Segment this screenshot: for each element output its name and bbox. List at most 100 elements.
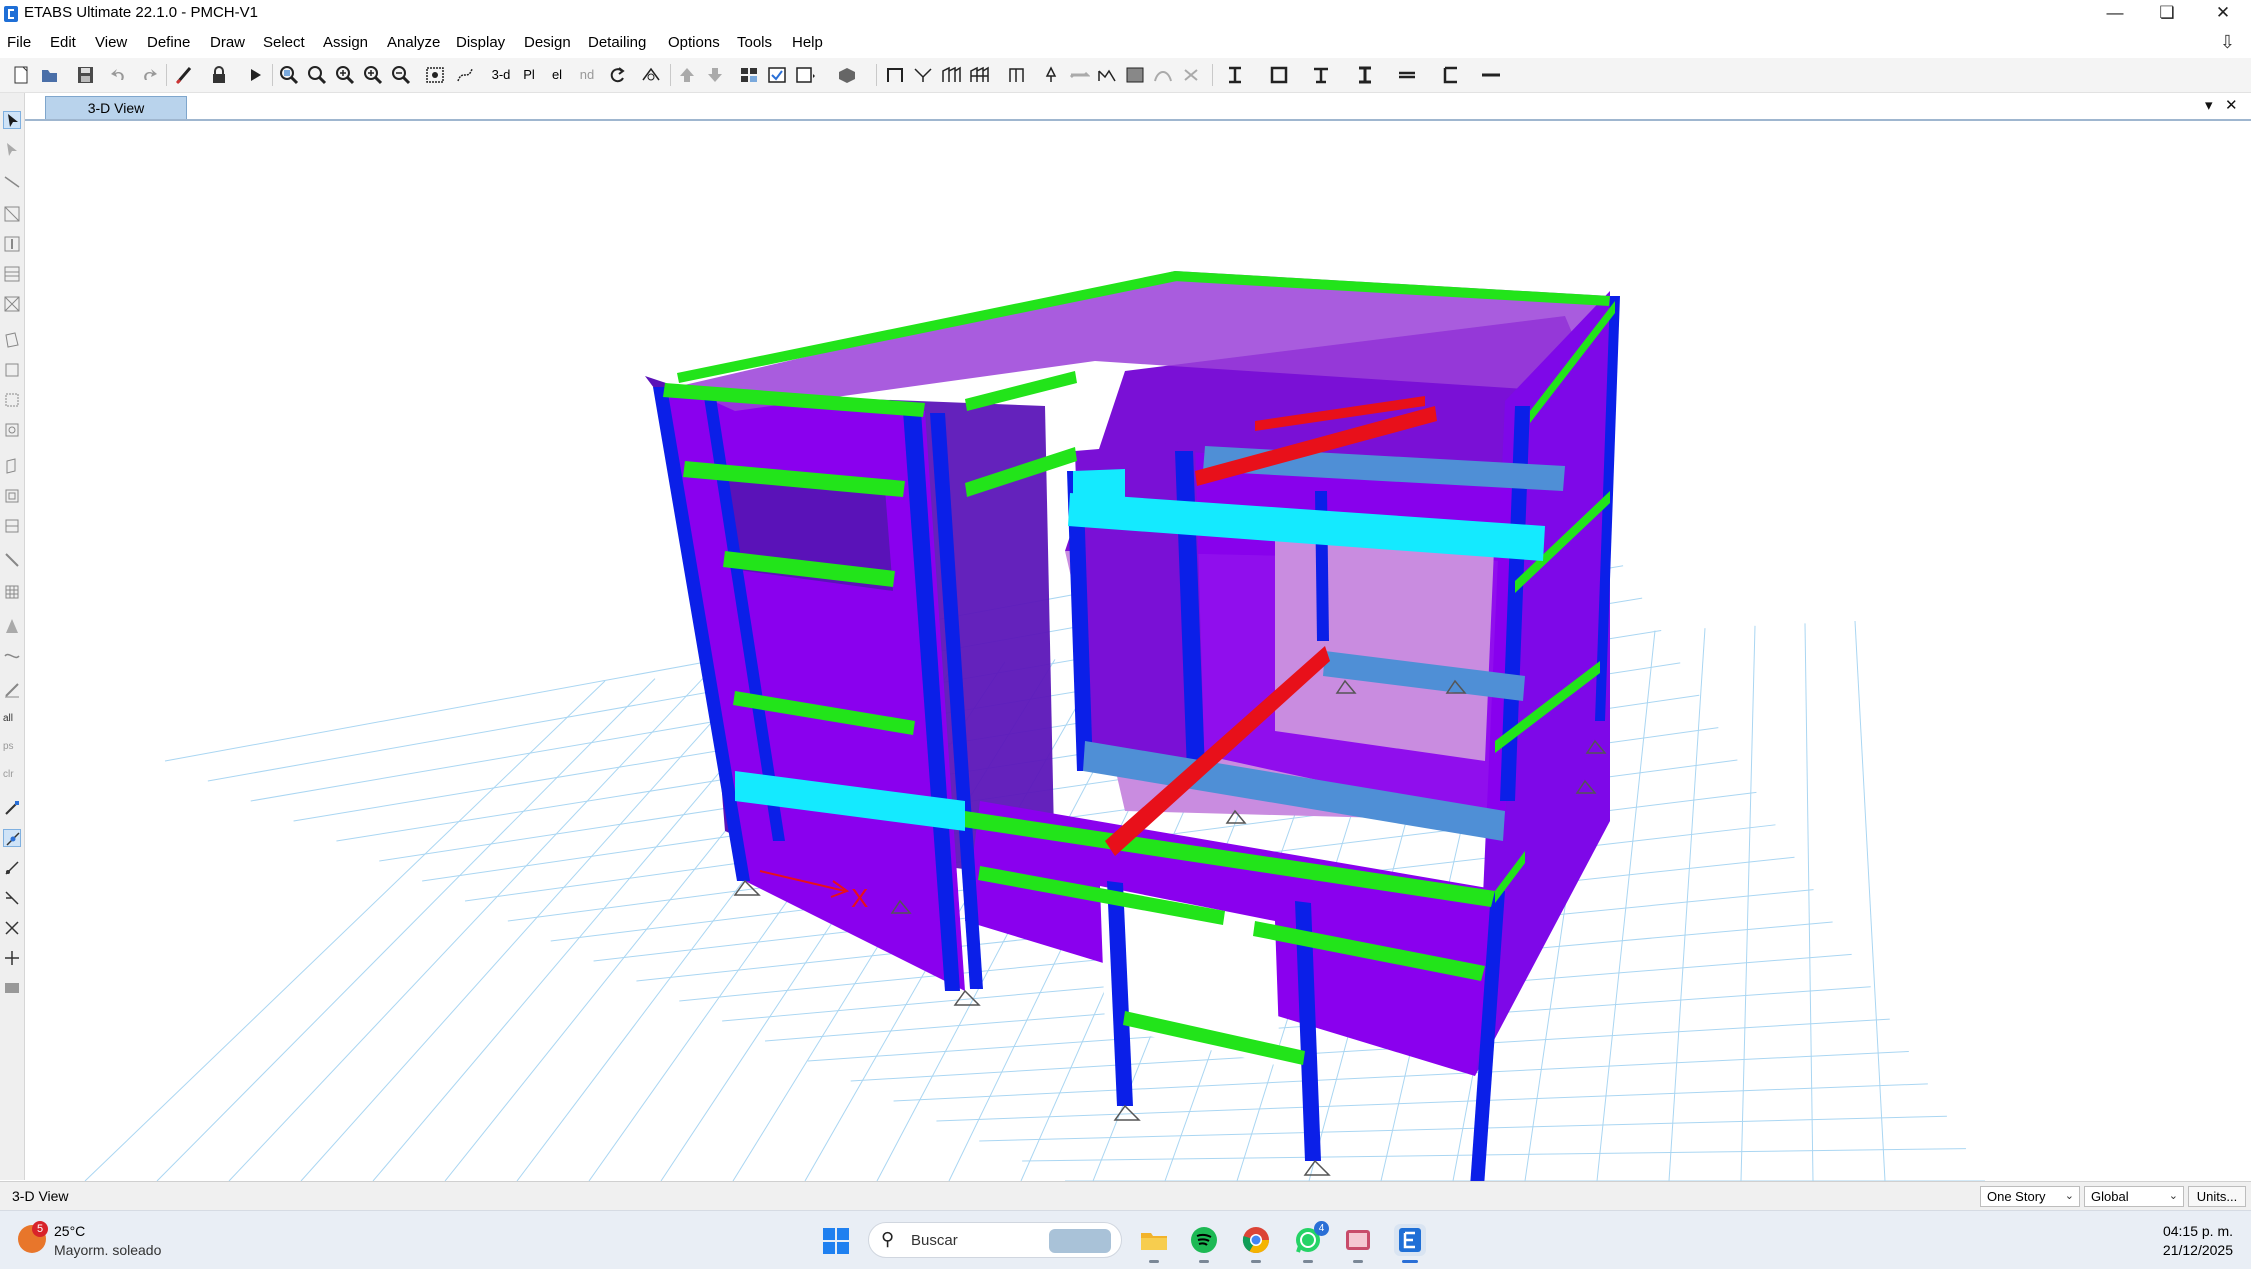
file-explorer-icon[interactable]	[1138, 1224, 1170, 1263]
rubber-band-icon[interactable]	[454, 65, 476, 85]
minimize-button[interactable]: —	[2089, 0, 2141, 28]
zoom-in-step-icon[interactable]	[362, 65, 384, 85]
section-i-icon[interactable]	[1224, 65, 1246, 85]
rotate-3d-icon[interactable]	[606, 65, 628, 85]
zoom-window-icon[interactable]	[278, 65, 300, 85]
zoom-in-icon[interactable]	[334, 65, 356, 85]
extrude-icon[interactable]	[836, 65, 858, 85]
set-display-options-icon[interactable]	[766, 65, 788, 85]
zoom-restore-icon[interactable]	[306, 65, 328, 85]
draw-rect-wall-icon[interactable]	[3, 517, 21, 535]
menu-analyze[interactable]: Analyze	[387, 34, 440, 51]
draw-wall-opening-icon[interactable]	[3, 487, 21, 505]
object-shrink-icon[interactable]	[738, 65, 760, 85]
menu-select[interactable]: Select	[263, 34, 305, 51]
snipping-tool-icon[interactable]	[1342, 1224, 1374, 1263]
draw-opening-icon[interactable]	[3, 421, 21, 439]
section-double-icon[interactable]	[1440, 65, 1462, 85]
plan-view-icon[interactable]: Pl	[518, 65, 540, 85]
previous-selection-icon[interactable]: ps	[3, 741, 21, 759]
snap-intersection-icon[interactable]	[3, 859, 21, 877]
menu-assign[interactable]: Assign	[323, 34, 368, 51]
draw-link-icon[interactable]	[3, 551, 21, 569]
units-button[interactable]: Units...	[2188, 1186, 2246, 1207]
windows-start-icon[interactable]	[822, 1227, 850, 1255]
zoom-out-icon[interactable]	[390, 65, 412, 85]
section-box-icon[interactable]	[1268, 65, 1290, 85]
save-icon[interactable]	[74, 65, 96, 85]
draw-floor-icon[interactable]	[1124, 65, 1146, 85]
draw-wall-stack-icon[interactable]	[968, 65, 990, 85]
menu-help[interactable]: Help	[792, 34, 823, 51]
clear-selection-icon[interactable]: clr	[3, 769, 21, 787]
view-3d-icon[interactable]: 3-d	[490, 65, 512, 85]
menu-display[interactable]: Display	[456, 34, 505, 51]
quick-draw-beam-icon[interactable]	[884, 65, 906, 85]
draw-cross-brace-icon[interactable]	[3, 295, 21, 313]
section-c-icon[interactable]	[1354, 65, 1376, 85]
draw-dimension-icon[interactable]	[3, 647, 21, 665]
spotify-icon[interactable]	[1188, 1224, 1220, 1263]
draw-secondary-beam-icon[interactable]	[3, 265, 21, 283]
weather-description[interactable]: Mayorm. soleado	[54, 1242, 161, 1258]
move-down-icon[interactable]	[704, 65, 726, 85]
close-view-icon[interactable]: ✕	[2225, 96, 2238, 114]
menu-detailing[interactable]: Detailing	[588, 34, 646, 51]
draw-brace-icon[interactable]	[3, 205, 21, 223]
new-model-icon[interactable]	[10, 65, 32, 85]
close-button[interactable]: ✕	[2197, 0, 2249, 28]
perspective-icon[interactable]	[640, 65, 662, 85]
section-flat-icon[interactable]	[1480, 65, 1502, 85]
tab-3d-view[interactable]: 3-D View	[45, 96, 187, 119]
draw-beam-icon[interactable]	[3, 173, 21, 191]
draw-reference-line-icon[interactable]	[3, 681, 21, 699]
story-select[interactable]: One Story ⌄	[1980, 1186, 2080, 1207]
snap-perpendicular-icon[interactable]	[3, 889, 21, 907]
draw-link-icon[interactable]	[1006, 65, 1028, 85]
snap-icon[interactable]	[1152, 65, 1174, 85]
reshape-icon[interactable]	[1040, 65, 1062, 85]
snap-fine-grid-icon[interactable]	[3, 949, 21, 967]
menu-draw[interactable]: Draw	[210, 34, 245, 51]
menu-file[interactable]: File	[7, 34, 31, 51]
tab-dropdown-icon[interactable]: ▾	[2205, 96, 2213, 114]
draw-floor-icon[interactable]	[3, 331, 21, 349]
section-t-icon[interactable]	[1310, 65, 1332, 85]
taskbar-time[interactable]: 04:15 p. m.	[2163, 1223, 2233, 1239]
chrome-icon[interactable]	[1240, 1224, 1272, 1263]
model-3d-view[interactable]: X	[25, 121, 2251, 1181]
refresh-icon[interactable]	[173, 65, 195, 85]
taskbar-date[interactable]: 21/12/2025	[2163, 1242, 2233, 1258]
draw-wall-icon[interactable]	[940, 65, 962, 85]
draw-frame-icon[interactable]	[1068, 65, 1091, 85]
menu-edit[interactable]: Edit	[50, 34, 76, 51]
menu-define[interactable]: Define	[147, 34, 190, 51]
menu-options[interactable]: Options	[668, 34, 720, 51]
weather-temperature[interactable]: 25°C	[54, 1223, 85, 1239]
reshape-pointer-icon[interactable]	[3, 141, 21, 159]
lock-icon[interactable]	[208, 65, 230, 85]
quick-draw-brace-icon[interactable]	[912, 65, 934, 85]
view-nd-icon[interactable]: nd	[576, 65, 598, 85]
restore-button[interactable]: ❏	[2141, 0, 2193, 28]
draw-column-icon[interactable]	[1096, 65, 1118, 85]
menu-design[interactable]: Design	[524, 34, 571, 51]
snap-lines-icon[interactable]	[3, 919, 21, 937]
select-all-icon[interactable]: all	[3, 713, 21, 731]
draw-rect-floor-icon[interactable]	[3, 361, 21, 379]
menu-tools[interactable]: Tools	[737, 34, 772, 51]
snap-midpoint-icon[interactable]	[3, 829, 21, 847]
pan-icon[interactable]	[424, 65, 446, 85]
elevation-view-icon[interactable]: el	[546, 65, 568, 85]
menu-view[interactable]: View	[95, 34, 127, 51]
draw-tendon-icon[interactable]	[3, 617, 21, 635]
taskbar-search[interactable]: ⚲ Buscar	[868, 1222, 1122, 1258]
snap-endpoints-icon[interactable]	[3, 799, 21, 817]
view-options-icon[interactable]	[794, 65, 816, 85]
etabs-app-icon[interactable]	[1394, 1224, 1426, 1263]
select-pointer-icon[interactable]	[3, 111, 21, 129]
draw-wall-icon[interactable]	[3, 457, 21, 475]
section-angle-icon[interactable]	[1396, 65, 1418, 85]
draw-column-icon[interactable]	[3, 235, 21, 253]
redo-icon[interactable]	[138, 65, 160, 85]
